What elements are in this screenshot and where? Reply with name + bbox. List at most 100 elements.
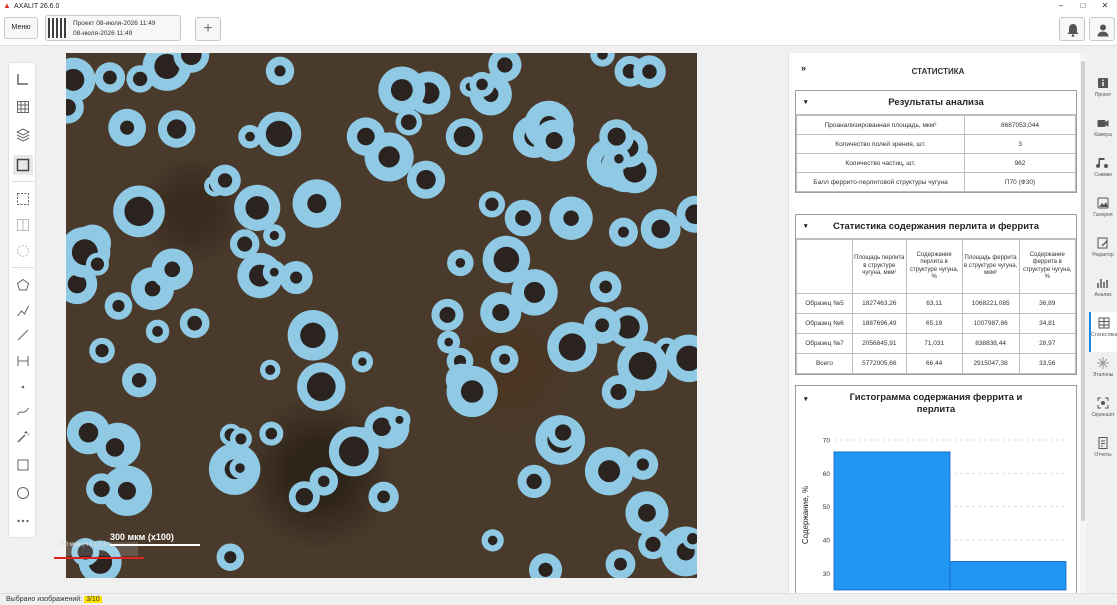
project-card[interactable]: Проект 08-июля-2026 11:49 08-июля-2026 1… bbox=[45, 15, 181, 41]
histogram-header[interactable]: ▾ Гистограмма содержания феррита и перли… bbox=[796, 386, 1076, 424]
graphite-nodule bbox=[229, 229, 260, 259]
top-toolbar: Меню Проект 08-июля-2026 11:49 08-июля-2… bbox=[0, 12, 1117, 46]
magic-wand-icon bbox=[17, 431, 30, 443]
micrograph-image bbox=[66, 53, 697, 578]
results-section: ▾ Результаты анализа Проанализированная … bbox=[795, 90, 1077, 193]
tool-layers[interactable] bbox=[13, 125, 33, 145]
nav-item-analysis[interactable]: Анализ bbox=[1089, 272, 1117, 312]
panel-title: СТАТИСТИКА bbox=[911, 67, 965, 76]
tool-ellipse[interactable] bbox=[13, 483, 33, 503]
perlite-header[interactable]: ▾ Статистика содержания перлита и феррит… bbox=[796, 215, 1076, 239]
analysis-icon bbox=[1097, 279, 1108, 288]
nav-item-report[interactable]: Отчеты bbox=[1089, 432, 1117, 472]
table-header: Площадь перлита в структуре чугуна, мкм² bbox=[852, 239, 907, 294]
graphite-nodule bbox=[378, 66, 426, 114]
table-cell: 3 bbox=[964, 134, 1076, 154]
table-header-row: Площадь перлита в структуре чугуна, мкм²… bbox=[796, 239, 1077, 294]
scale-bar-secondary bbox=[54, 557, 144, 559]
close-button[interactable]: ✕ bbox=[1094, 0, 1116, 12]
tool-distance[interactable] bbox=[13, 351, 33, 371]
user-button[interactable] bbox=[1089, 17, 1115, 41]
y-tick-label: 70 bbox=[823, 438, 831, 445]
graphite-nodule bbox=[504, 199, 542, 237]
table-row: Образец №6 1887696,49 65,19 1007987,86 34,81 bbox=[796, 313, 1077, 334]
minimize-button[interactable]: – bbox=[1050, 0, 1072, 12]
tool-circle-select[interactable] bbox=[13, 241, 33, 261]
nav-item-label: Проект bbox=[1094, 92, 1112, 98]
nav-item-screenshot[interactable]: Скриншот bbox=[1089, 392, 1117, 432]
grid-icon bbox=[17, 101, 29, 113]
table-cell: Всего bbox=[796, 353, 853, 374]
scale-bar-label: 300 мкм (x100) bbox=[110, 532, 174, 542]
graphite-nodule bbox=[216, 543, 245, 571]
layers-icon bbox=[16, 128, 30, 142]
micrograph-viewer[interactable] bbox=[66, 53, 697, 578]
histogram-bar bbox=[949, 561, 1067, 591]
graphite-nodule bbox=[265, 56, 295, 86]
tool-split[interactable] bbox=[13, 215, 33, 235]
table-header: Содержание перлита в структуре чугуна, % bbox=[905, 239, 963, 294]
graphite-nodule bbox=[617, 340, 668, 392]
tool-point[interactable] bbox=[13, 377, 33, 397]
table-cell: 66,44 bbox=[905, 353, 963, 374]
graphite-nodule bbox=[94, 62, 126, 93]
nav-item-gallery[interactable]: Галерея bbox=[1089, 192, 1117, 232]
tool-grid[interactable] bbox=[13, 97, 33, 117]
right-navigation: Проект Камера Снимки Галерея Редактор Анализ С… bbox=[1089, 72, 1117, 532]
graphite-nodule bbox=[533, 119, 576, 162]
graphite-nodule bbox=[108, 108, 146, 147]
h-measure-icon bbox=[17, 356, 29, 366]
tool-rectangle[interactable] bbox=[13, 455, 33, 475]
graphite-nodule bbox=[490, 345, 519, 374]
table-row: Количество полей зрения, шт. 3 bbox=[796, 134, 1076, 154]
tool-polyline[interactable] bbox=[13, 301, 33, 321]
split-icon bbox=[17, 219, 29, 231]
nav-item-table[interactable]: Статистика bbox=[1089, 312, 1117, 352]
menu-button[interactable]: Меню bbox=[4, 17, 38, 39]
results-header[interactable]: ▾ Результаты анализа bbox=[796, 91, 1076, 115]
histogram-bar bbox=[833, 451, 951, 591]
more-dots-icon bbox=[17, 519, 29, 523]
tool-ruler[interactable] bbox=[13, 69, 33, 89]
y-tick-label: 60 bbox=[823, 471, 831, 478]
table-icon bbox=[1098, 317, 1110, 329]
nav-item-info[interactable]: Проект bbox=[1089, 72, 1117, 112]
report-icon bbox=[1098, 437, 1108, 449]
table-cell: 34,81 bbox=[1018, 313, 1077, 334]
nav-item-editor[interactable]: Редактор bbox=[1089, 232, 1117, 272]
table-cell: 1887696,49 bbox=[852, 313, 907, 334]
nav-item-label: Снимки bbox=[1094, 172, 1112, 178]
notifications-button[interactable] bbox=[1059, 17, 1085, 41]
maximize-button[interactable]: □ bbox=[1072, 0, 1094, 12]
bell-icon bbox=[1067, 24, 1079, 37]
table-cell: 65,19 bbox=[905, 313, 963, 334]
statistics-panel: » СТАТИСТИКА ▾ Результаты анализа Проана… bbox=[788, 53, 1086, 593]
add-project-button[interactable]: + bbox=[195, 17, 221, 41]
y-tick-label: 40 bbox=[823, 538, 831, 545]
graphite-nodule bbox=[229, 427, 252, 450]
graphite-nodule bbox=[229, 457, 251, 479]
tool-frame[interactable] bbox=[13, 155, 33, 175]
nav-item-camera[interactable]: Камера bbox=[1089, 112, 1117, 152]
tool-more[interactable] bbox=[13, 511, 33, 531]
graphite-nodule bbox=[126, 65, 154, 93]
line-icon bbox=[17, 329, 29, 341]
panel-scrollbar[interactable] bbox=[1080, 53, 1086, 593]
tool-select-rect[interactable] bbox=[13, 189, 33, 209]
table-cell: 36,89 bbox=[1018, 293, 1077, 314]
table-cell: Образец №6 bbox=[796, 313, 853, 334]
tool-polygon[interactable] bbox=[13, 275, 33, 295]
table-cell: 5772005,66 bbox=[852, 353, 907, 374]
nav-item-images[interactable]: Снимки bbox=[1089, 152, 1117, 192]
app-logo-icon: ▲ bbox=[3, 1, 11, 10]
graphite-nodule bbox=[157, 110, 196, 148]
tool-magic-wand[interactable] bbox=[13, 427, 33, 447]
perlite-title: Статистика содержания перлита и феррита bbox=[833, 221, 1039, 232]
gallery-icon bbox=[1097, 197, 1109, 209]
table-cell: П70 (Ф30) bbox=[964, 172, 1076, 192]
tool-curve[interactable] bbox=[13, 401, 33, 421]
scrollbar-thumb[interactable] bbox=[1081, 61, 1085, 521]
graphite-nodule bbox=[238, 124, 262, 149]
nav-item-sparkle[interactable]: Эталоны bbox=[1089, 352, 1117, 392]
tool-line[interactable] bbox=[13, 325, 33, 345]
